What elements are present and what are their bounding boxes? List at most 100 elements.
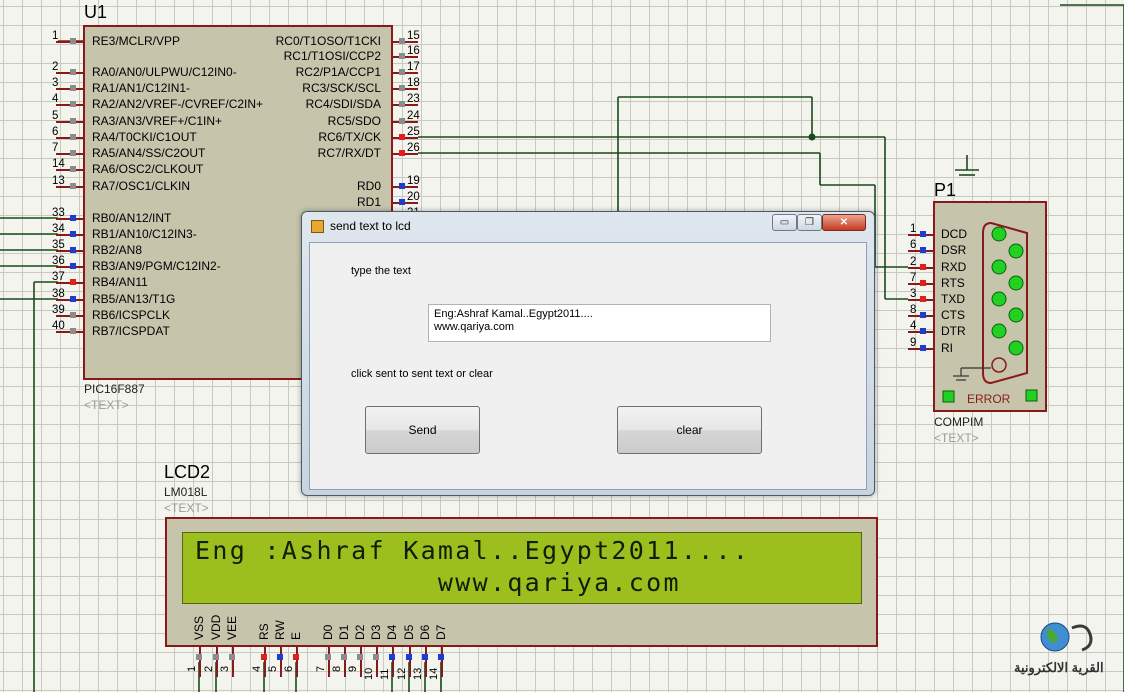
- pin-state-indicator: [399, 118, 405, 124]
- u1-pin-label[interactable]: RB5/AN13/T1G: [92, 292, 175, 306]
- p1-pin-label[interactable]: DTR: [941, 324, 966, 338]
- lcd-pin-name[interactable]: VEE: [225, 616, 239, 640]
- pin-state-indicator: [399, 69, 405, 75]
- p1-pin-label[interactable]: RXD: [941, 260, 966, 274]
- lcd-pin-name[interactable]: D1: [337, 625, 351, 640]
- lcd-pin-name[interactable]: VSS: [192, 616, 206, 640]
- lcd-pin-name[interactable]: D4: [385, 625, 399, 640]
- u1-pin-label[interactable]: RC5/SDO: [328, 114, 381, 128]
- pin-state-indicator: [406, 654, 412, 660]
- lcd-line-1: Eng :Ashraf Kamal..Egypt2011....: [195, 536, 751, 565]
- pin-state-indicator: [70, 312, 76, 318]
- restore-button[interactable]: ❐: [797, 214, 822, 231]
- u1-pin-number: 24: [407, 110, 420, 122]
- p1-reference: P1: [934, 180, 957, 200]
- pin-state-indicator: [399, 85, 405, 91]
- p1-pin-label[interactable]: RTS: [941, 276, 965, 290]
- lcd-module[interactable]: Eng :Ashraf Kamal..Egypt2011.... www.qar…: [165, 517, 878, 647]
- lcd-pin-stub: [280, 647, 282, 677]
- pin-state-indicator: [70, 215, 76, 221]
- lcd-pin-name[interactable]: D5: [402, 625, 416, 640]
- u1-pin-label[interactable]: RD0: [357, 179, 381, 193]
- u1-pin-label[interactable]: RC6/TX/CK: [318, 130, 381, 144]
- lcd-pin-stub: [199, 647, 201, 677]
- pin-state-indicator: [70, 263, 76, 269]
- u1-pin-label[interactable]: RB7/ICSPDAT: [92, 324, 170, 338]
- pin-state-indicator: [920, 280, 926, 286]
- p1-pin-number: 6: [910, 239, 917, 251]
- u1-pin-label[interactable]: RB1/AN10/C12IN3-: [92, 227, 197, 241]
- u1-pin-label[interactable]: RA0/AN0/ULPWU/C12IN0-: [92, 65, 237, 79]
- lcd-pin-name[interactable]: E: [289, 632, 303, 640]
- u1-pin-number: 5: [52, 110, 59, 122]
- send-text-dialog[interactable]: send text to lcd ▭ ❐ ✕ type the text Eng…: [301, 211, 875, 496]
- lcd-pin-name[interactable]: D2: [353, 625, 367, 640]
- lcd-screen: Eng :Ashraf Kamal..Egypt2011.... www.qar…: [182, 532, 862, 604]
- p1-pin-label[interactable]: RI: [941, 341, 953, 355]
- p1-text-placeholder: <TEXT>: [934, 431, 979, 445]
- u1-pin-label[interactable]: RA2/AN2/VREF-/CVREF/C2IN+: [92, 97, 263, 111]
- pin-state-indicator: [920, 328, 926, 334]
- u1-pin-label[interactable]: RD1: [357, 195, 381, 209]
- lcd-pin-name[interactable]: D6: [418, 625, 432, 640]
- u1-pin-number: 15: [407, 30, 420, 42]
- u1-pin-number: 16: [407, 45, 420, 57]
- lcd-pin-name[interactable]: RS: [257, 623, 271, 640]
- p1-pin-label[interactable]: CTS: [941, 308, 965, 322]
- u1-pin-label[interactable]: RC7/RX/DT: [318, 146, 381, 160]
- lcd-pin-number: 2: [203, 665, 215, 672]
- p1-pin-label[interactable]: TXD: [941, 292, 965, 306]
- pin-state-indicator: [325, 654, 331, 660]
- pin-state-indicator: [920, 345, 926, 351]
- u1-pin-label[interactable]: RB4/AN11: [92, 275, 148, 289]
- u1-pin-label[interactable]: RA7/OSC1/CLKIN: [92, 179, 190, 193]
- u1-pin-label[interactable]: RC0/T1OSO/T1CKI: [276, 34, 381, 48]
- pin-state-indicator: [399, 53, 405, 59]
- lcd-pin-number: 14: [428, 667, 440, 680]
- lcd-pin-name[interactable]: D3: [369, 625, 383, 640]
- u1-pin-number: 38: [52, 288, 65, 300]
- lcd-pin-stub: [409, 647, 411, 677]
- lcd-pin-number: 5: [267, 665, 279, 672]
- u1-pin-label[interactable]: RA5/AN4/SS/C2OUT: [92, 146, 205, 160]
- lcd-pin-name[interactable]: RW: [273, 620, 287, 640]
- type-text-label: type the text: [351, 265, 411, 277]
- u1-pin-number: 1: [52, 30, 59, 42]
- u1-pin-label[interactable]: RC3/SCK/SCL: [302, 81, 381, 95]
- u1-pin-number: 33: [52, 207, 65, 219]
- pin-state-indicator: [920, 312, 926, 318]
- textbox-line-2: www.qariya.com: [434, 321, 515, 333]
- u1-pin-label[interactable]: RC1/T1OSI/CCP2: [284, 49, 381, 63]
- p1-pin-number: 7: [910, 272, 917, 284]
- lcd-text-input[interactable]: Eng:Ashraf Kamal..Egypt2011.... www.qari…: [428, 304, 771, 342]
- lcd-pin-name[interactable]: VDD: [209, 615, 223, 640]
- u1-pin-label[interactable]: RC4/SDI/SDA: [306, 97, 381, 111]
- pin-state-indicator: [920, 231, 926, 237]
- pin-state-indicator: [70, 296, 76, 302]
- minimize-button[interactable]: ▭: [772, 214, 797, 231]
- pin-state-indicator: [422, 654, 428, 660]
- u1-pin-label[interactable]: RB0/AN12/INT: [92, 211, 171, 225]
- u1-pin-label[interactable]: RA3/AN3/VREF+/C1IN+: [92, 114, 222, 128]
- pin-state-indicator: [438, 654, 444, 660]
- send-button[interactable]: Send: [365, 406, 480, 454]
- u1-pin-label[interactable]: RB2/AN8: [92, 243, 142, 257]
- close-button[interactable]: ✕: [822, 214, 866, 231]
- u1-pin-number: 2: [52, 61, 59, 73]
- u1-pin-label[interactable]: RA1/AN1/C12IN1-: [92, 81, 190, 95]
- u1-pin-label[interactable]: RC2/P1A/CCP1: [296, 65, 381, 79]
- lcd-pin-name[interactable]: D7: [434, 625, 448, 640]
- u1-pin-label[interactable]: RA6/OSC2/CLKOUT: [92, 162, 203, 176]
- lcd-pin-stub: [392, 647, 394, 677]
- u1-pin-label[interactable]: RA4/T0CKI/C1OUT: [92, 130, 197, 144]
- p1-pin-label[interactable]: DSR: [941, 243, 966, 257]
- p1-pin-label[interactable]: DCD: [941, 227, 967, 241]
- lcd-pin-name[interactable]: D0: [321, 625, 335, 640]
- u1-pin-label[interactable]: RB3/AN9/PGM/C12IN2-: [92, 259, 221, 273]
- pin-state-indicator: [70, 247, 76, 253]
- pin-state-indicator: [70, 328, 76, 334]
- u1-pin-label[interactable]: RE3/MCLR/VPP: [92, 34, 180, 48]
- pin-state-indicator: [341, 654, 347, 660]
- clear-button[interactable]: clear: [617, 406, 762, 454]
- u1-pin-label[interactable]: RB6/ICSPCLK: [92, 308, 170, 322]
